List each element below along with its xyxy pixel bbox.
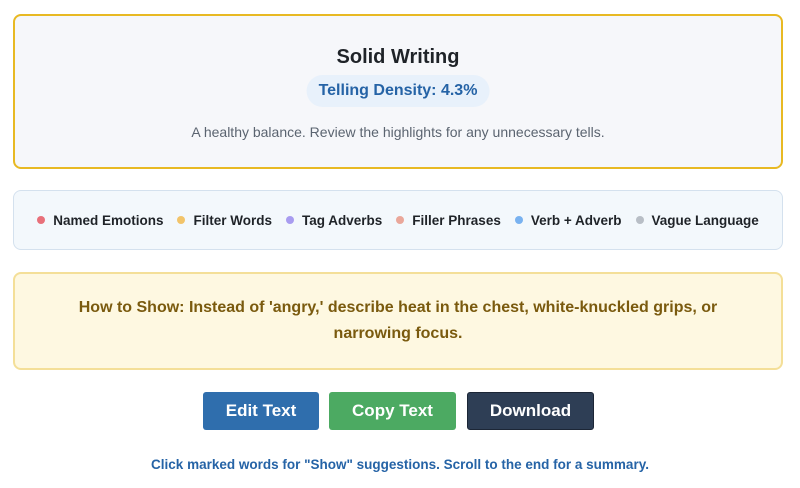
copy-text-button[interactable]: Copy Text	[329, 392, 456, 430]
vague-language-dot-icon	[635, 216, 644, 224]
show-suggestion-tip: How to Show: Instead of 'angry,' describ…	[13, 272, 783, 370]
legend-label: Verb + Adverb	[530, 212, 622, 228]
legend-label: Vague Language	[651, 212, 759, 228]
footer-hint: Click marked words for "Show" suggestion…	[151, 457, 649, 472]
legend-item-vague-language: Vague Language	[635, 212, 759, 228]
legend-item-verb-adverb: Verb + Adverb	[514, 212, 622, 228]
filter-words-dot-icon	[177, 216, 186, 224]
tag-adverbs-dot-icon	[286, 216, 294, 224]
legend-item-filter-words: Filter Words	[177, 213, 272, 228]
legend-label: Filter Words	[193, 212, 272, 228]
download-button[interactable]: Download	[467, 392, 594, 430]
telling-density-badge: Telling Density: 4.3%	[306, 75, 490, 107]
legend-label: Named Emotions	[53, 212, 164, 228]
legend-label: Filler Phrases	[412, 212, 501, 228]
legend-item-tag-adverbs: Tag Adverbs	[286, 213, 382, 228]
named-emotions-dot-icon	[37, 216, 46, 224]
tip-text: How to Show: Instead of 'angry,' describ…	[78, 299, 718, 342]
score-title: Solid Writing	[336, 46, 460, 68]
highlight-legend: Named Emotions Filter Words Tag Adverbs …	[13, 190, 783, 250]
edit-text-button[interactable]: Edit Text	[203, 392, 319, 430]
score-description: A healthy balance. Review the highlights…	[191, 124, 605, 140]
legend-label: Tag Adverbs	[302, 212, 383, 228]
score-card: Solid Writing Telling Density: 4.3% A he…	[13, 14, 783, 169]
filler-phrases-dot-icon	[396, 216, 405, 224]
verb-adverb-dot-icon	[514, 216, 523, 224]
legend-item-filler-phrases: Filler Phrases	[396, 213, 501, 228]
legend-item-named-emotions: Named Emotions	[37, 213, 163, 228]
